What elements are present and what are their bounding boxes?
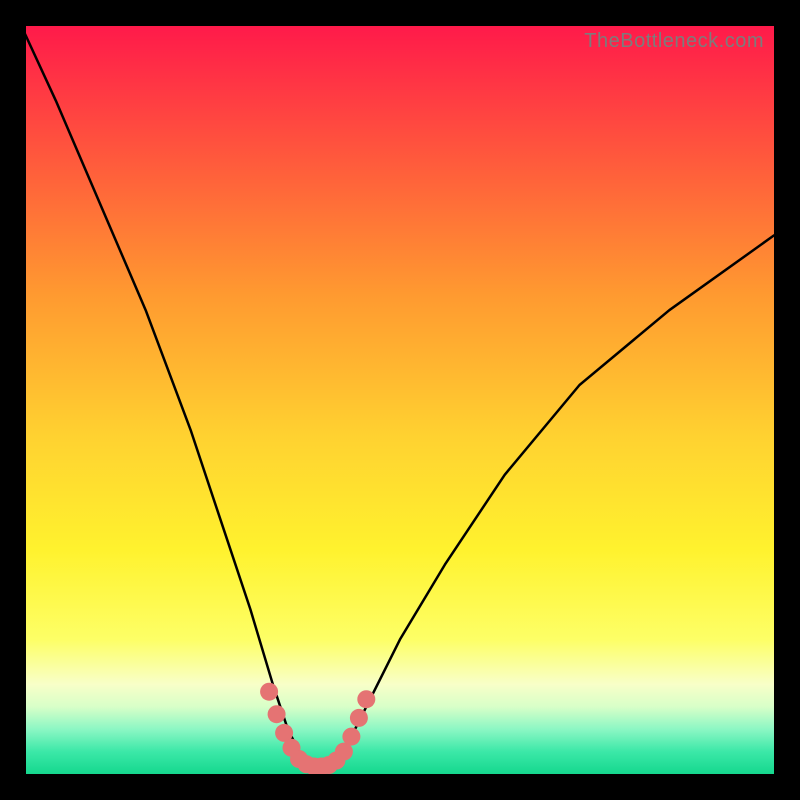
- watermark-text: TheBottleneck.com: [584, 30, 764, 53]
- chart-plot-area: TheBottleneck.com: [26, 26, 774, 774]
- optimal-zone-dots: [26, 26, 774, 774]
